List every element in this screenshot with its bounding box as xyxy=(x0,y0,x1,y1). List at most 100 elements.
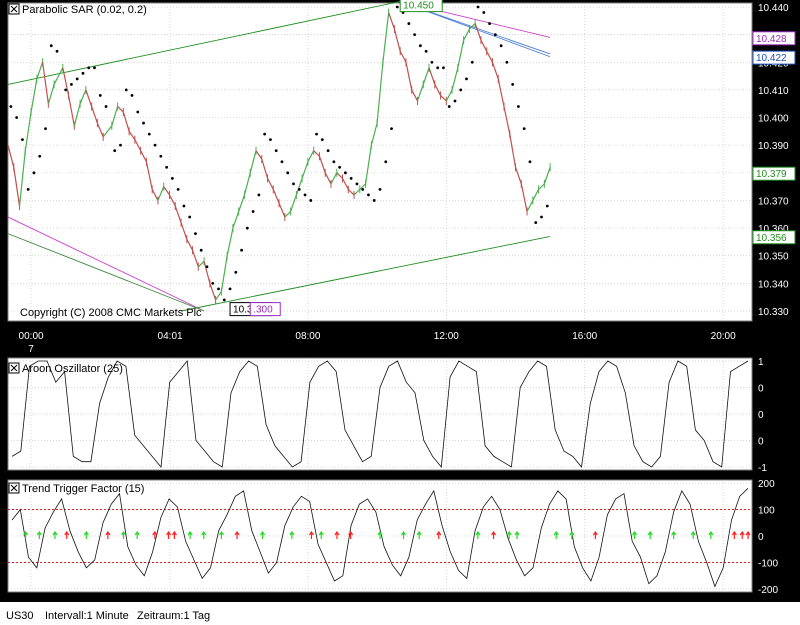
ttf-title: Trend Trigger Factor (15) xyxy=(22,483,144,495)
aroon-title: Aroon Oszillator (25) xyxy=(22,363,123,375)
sar-dot xyxy=(390,127,393,130)
time-tick-label: 00:00 xyxy=(19,331,44,342)
sar-dot xyxy=(275,149,278,152)
sar-dot xyxy=(159,155,162,158)
aroon-y-tick-label: 0 xyxy=(758,437,764,448)
sar-y-tick-label: 10.340 xyxy=(758,279,789,290)
sar-dot xyxy=(413,33,416,36)
sar-dot xyxy=(505,61,508,64)
sar-dot xyxy=(523,127,526,130)
sar-dot xyxy=(136,111,139,114)
ttf-y-tick-label: -100 xyxy=(758,559,778,570)
sar-dot xyxy=(511,83,514,86)
sar-dot xyxy=(50,44,53,47)
chart-canvas[interactable]: Parabolic SAR (0.02, 0.2) Copyright (C) … xyxy=(0,0,800,602)
aroon-y-axis: 1000-1 xyxy=(758,357,767,474)
sar-dot xyxy=(188,216,191,219)
sar-dot xyxy=(454,100,457,103)
sar-dot xyxy=(361,188,364,191)
sar-dot xyxy=(33,171,36,174)
sar-dot xyxy=(252,210,255,213)
sar-dot xyxy=(234,271,237,274)
sar-dot xyxy=(183,205,186,208)
sar-dot xyxy=(240,249,243,252)
sar-dot xyxy=(482,11,485,14)
sar-dot xyxy=(119,144,122,147)
sar-dot xyxy=(534,221,537,224)
sar-dot xyxy=(500,44,503,47)
sar-dot xyxy=(38,155,41,158)
sar-dot xyxy=(459,89,462,92)
sar-dot xyxy=(93,66,96,69)
sar-dot xyxy=(148,133,151,136)
sar-dot xyxy=(448,105,451,108)
price-label: 10.450 xyxy=(403,1,434,12)
ttf-panel[interactable]: Trend Trigger Factor (15) 2001000-100-20… xyxy=(8,479,778,596)
sar-dot xyxy=(15,116,18,119)
copyright-text: Copyright (C) 2008 CMC Markets Plc xyxy=(20,307,202,319)
sar-dot xyxy=(407,22,410,25)
sar-dot xyxy=(246,227,249,230)
status-symbol: US30 xyxy=(6,610,34,622)
sar-y-tick-label: 10.410 xyxy=(758,86,789,97)
sar-dot xyxy=(465,77,468,80)
sar-dot xyxy=(56,50,59,53)
sar-dot xyxy=(471,61,474,64)
sar-dot xyxy=(286,171,289,174)
sar-dot xyxy=(99,94,102,97)
sar-dot xyxy=(206,265,209,268)
aroon-y-tick-label: -1 xyxy=(758,463,767,474)
sar-dot xyxy=(442,66,445,69)
ttf-y-tick-label: 100 xyxy=(758,506,775,517)
time-tick-label: 08:00 xyxy=(295,331,320,342)
sar-dot xyxy=(321,138,324,141)
sar-dot xyxy=(332,160,335,163)
sar-dot xyxy=(113,149,116,152)
sar-dot xyxy=(165,166,168,169)
sar-dot xyxy=(327,149,330,152)
sar-dot xyxy=(257,194,260,197)
sar-dot xyxy=(517,105,520,108)
sar-dot xyxy=(367,194,370,197)
sar-panel[interactable]: Parabolic SAR (0.02, 0.2) Copyright (C) … xyxy=(8,0,795,355)
ttf-y-axis: 2001000-100-200 xyxy=(758,479,778,596)
sar-dot xyxy=(125,89,128,92)
sar-y-tick-label: 10.330 xyxy=(758,307,789,318)
sar-dot xyxy=(379,188,382,191)
sar-dot xyxy=(269,138,272,141)
ttf-y-tick-label: -200 xyxy=(758,585,778,596)
price-label: .300 xyxy=(253,305,273,316)
ttf-y-tick-label: 0 xyxy=(758,532,764,543)
aroon-panel[interactable]: Aroon Oszillator (25) 1000-1 xyxy=(8,357,767,474)
time-tick-label: 12:00 xyxy=(434,331,459,342)
sar-dot xyxy=(546,205,549,208)
sar-y-tick-label: 10.390 xyxy=(758,141,789,152)
sar-dot xyxy=(350,177,353,180)
time-tick-label: 20:00 xyxy=(711,331,736,342)
sar-dot xyxy=(494,33,497,36)
sar-dot xyxy=(44,127,47,130)
sar-dot xyxy=(425,50,428,53)
sar-y-tick-label: 10.440 xyxy=(758,3,789,14)
sar-dot xyxy=(105,105,108,108)
sar-dot xyxy=(488,22,491,25)
sar-dot xyxy=(223,299,226,302)
sar-dot xyxy=(419,44,422,47)
sar-y-tick-label: 10.350 xyxy=(758,252,789,263)
sar-dot xyxy=(194,232,197,235)
aroon-y-tick-label: 0 xyxy=(758,384,764,395)
status-interval: Intervall:1 Minute xyxy=(45,610,129,622)
sar-dot xyxy=(27,188,30,191)
price-label: 10.422 xyxy=(756,53,787,64)
price-label: 10.379 xyxy=(756,169,787,180)
sar-dot xyxy=(21,138,24,141)
aroon-y-tick-label: 1 xyxy=(758,357,764,368)
price-label: 10.428 xyxy=(756,34,787,45)
sar-dot xyxy=(315,133,318,136)
sar-dot xyxy=(229,287,232,290)
sar-dot xyxy=(217,287,220,290)
status-bar: US30 Intervall:1 Minute Zeitraum:1 Tag xyxy=(0,602,800,625)
sar-dot xyxy=(70,83,73,86)
sar-plot-area xyxy=(8,3,752,321)
sar-dot xyxy=(177,188,180,191)
